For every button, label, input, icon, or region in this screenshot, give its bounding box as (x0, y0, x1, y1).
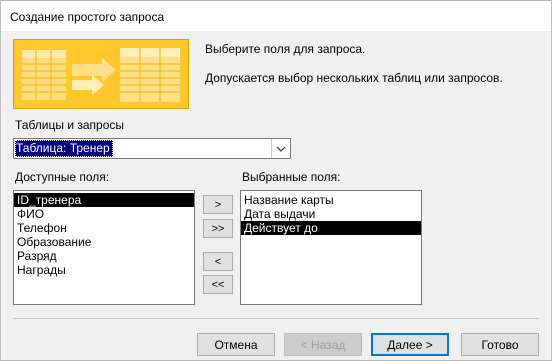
next-button[interactable]: Далее > (371, 333, 449, 356)
simple-query-wizard-dialog: Создание простого запроса Выберите поля … (0, 0, 552, 361)
remove-all-fields-button[interactable]: << (203, 275, 233, 294)
list-item[interactable]: Разряд (14, 249, 194, 263)
list-item[interactable]: ID_тренера (14, 193, 194, 207)
title-bar: Создание простого запроса (1, 1, 551, 31)
cancel-button[interactable]: Отмена (197, 333, 275, 356)
add-field-button[interactable]: > (203, 195, 233, 214)
list-item[interactable]: Дата выдачи (241, 207, 421, 221)
finish-button[interactable]: Готово (461, 333, 539, 356)
intro-line-2: Допускается выбор нескольких таблиц или … (205, 71, 503, 85)
list-item[interactable]: Действует до (241, 221, 421, 235)
list-item[interactable]: Телефон (14, 221, 194, 235)
list-item[interactable]: Награды (14, 263, 194, 277)
available-fields-list[interactable]: ID_тренера ФИО Телефон Образование Разря… (13, 190, 195, 305)
tables-queries-combobox[interactable]: Таблица: Тренер (13, 138, 291, 159)
list-item[interactable]: Образование (14, 235, 194, 249)
window-title: Создание простого запроса (10, 10, 165, 24)
tables-queries-selected-value: Таблица: Тренер (15, 140, 113, 157)
available-fields-label: Доступные поля: (15, 170, 110, 184)
tables-queries-label: Таблицы и запросы (15, 118, 125, 132)
chevron-down-icon[interactable] (271, 139, 290, 158)
wizard-illustration (13, 39, 189, 109)
intro-line-1: Выберите поля для запроса. (205, 42, 366, 56)
back-button[interactable]: < Назад (284, 333, 362, 356)
table-to-query-icon (14, 40, 188, 108)
footer-divider (13, 318, 539, 319)
list-item[interactable]: Название карты (241, 193, 421, 207)
add-all-fields-button[interactable]: >> (203, 219, 233, 238)
list-item[interactable]: ФИО (14, 207, 194, 221)
remove-field-button[interactable]: < (203, 252, 233, 271)
selected-fields-label: Выбранные поля: (242, 170, 341, 184)
selected-fields-list[interactable]: Название карты Дата выдачи Действует до (240, 190, 422, 305)
